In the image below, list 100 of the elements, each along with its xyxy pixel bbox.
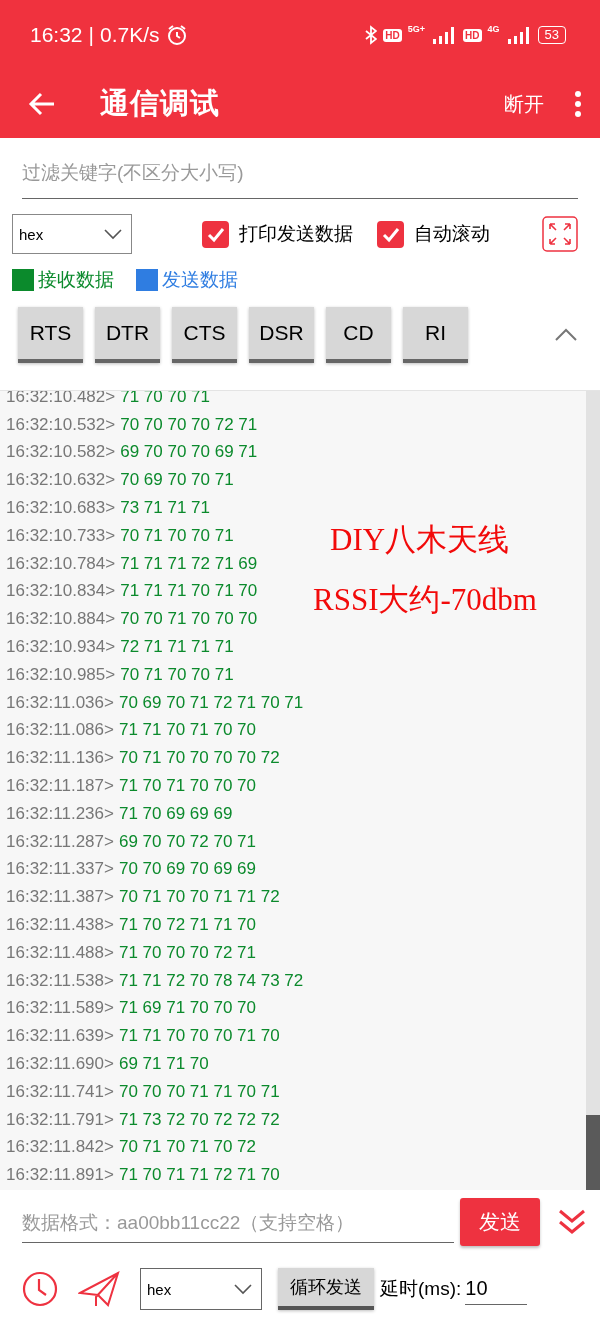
log-timestamp: 16:32:10.482> [6, 391, 116, 407]
log-data: 70 71 70 70 70 70 72 [118, 748, 280, 769]
log-timestamp: 16:32:11.036> [6, 692, 114, 713]
annotation-text: RSSI大约-70dbm [313, 581, 537, 619]
log-timestamp: 16:32:11.387> [6, 887, 114, 908]
double-chevron-down-icon[interactable] [558, 1209, 586, 1235]
chevron-down-icon [233, 1283, 253, 1295]
log-timestamp: 16:32:10.683> [6, 498, 116, 519]
network-speed: 0.7K/s [100, 23, 160, 47]
chevron-down-icon [103, 228, 123, 240]
log-data: 70 71 70 70 71 71 72 [118, 887, 280, 908]
log-data: 70 69 70 70 71 [120, 470, 234, 491]
log-data: 71 70 70 70 72 71 [118, 942, 256, 963]
clock-icon[interactable] [22, 1271, 58, 1307]
log-timestamp: 16:32:10.834> [6, 581, 116, 602]
loop-format-dropdown[interactable]: hex [140, 1268, 262, 1310]
signal-button[interactable]: DTR [95, 307, 160, 363]
log-timestamp: 16:32:11.891> [6, 1165, 114, 1186]
signal-button[interactable]: DSR [249, 307, 314, 363]
signal-button[interactable]: CD [326, 307, 391, 363]
log-data: 70 70 71 70 70 70 [120, 609, 258, 630]
log-data: 71 71 72 70 78 74 73 72 [118, 970, 304, 991]
log-timestamp: 16:32:10.582> [6, 442, 116, 463]
log-data: 71 71 70 71 70 70 [118, 720, 256, 741]
log-timestamp: 16:32:11.589> [6, 998, 114, 1019]
log-timestamp: 16:32:11.791> [6, 1109, 114, 1130]
alarm-icon [165, 24, 188, 46]
filter-field[interactable]: 过滤关键字(不区分大小写) [22, 150, 578, 199]
log-timestamp: 16:32:10.632> [6, 470, 116, 491]
log-data: 69 70 70 72 70 71 [118, 831, 256, 852]
loop-send-button[interactable]: 循环发送 [278, 1268, 374, 1310]
delay-field[interactable]: 10 [465, 1273, 528, 1305]
checkbox[interactable] [377, 220, 404, 248]
log-data: 69 71 71 70 [118, 1054, 209, 1074]
format-dropdown[interactable]: hex [12, 214, 132, 254]
fullscreen-icon[interactable] [542, 216, 578, 252]
log-data: 70 71 70 71 70 72 [118, 1137, 256, 1158]
log-data: 70 71 70 70 71 [120, 525, 234, 546]
checkbox[interactable] [202, 220, 229, 248]
log-timestamp: 16:32:10.985> [6, 664, 116, 685]
log-timestamp: 16:32:11.538> [6, 970, 114, 991]
status-time: 16:32 [30, 23, 83, 47]
log-timestamp: 16:32:11.187> [6, 776, 114, 797]
log-data: 70 71 70 70 71 [120, 664, 234, 685]
log-data: 69 70 70 70 69 71 [120, 442, 258, 463]
hd-badge: HD [383, 28, 402, 42]
annotation-text: DIY八木天线 [330, 521, 510, 559]
log-timestamp: 16:32:11.690> [6, 1054, 114, 1074]
back-icon[interactable] [28, 92, 56, 116]
more-icon[interactable] [574, 91, 582, 117]
log-data: 70 69 70 71 72 71 70 71 [118, 692, 304, 713]
collapse-icon[interactable] [554, 328, 578, 342]
log-timestamp: 16:32:11.337> [6, 859, 114, 880]
send-data-field[interactable]: 数据格式：aa00bb11cc22（支持空格） [22, 1201, 454, 1243]
delay-label: 延时(ms): [380, 1277, 462, 1301]
log-data: 71 71 70 70 70 71 70 [118, 1026, 280, 1047]
network-type: 4G [487, 24, 500, 34]
log-data: 71 71 71 72 71 69 [120, 553, 258, 574]
log-timestamp: 16:32:11.488> [6, 942, 114, 963]
log-timestamp: 16:32:10.784> [6, 553, 116, 574]
disconnect-button[interactable]: 断开 [504, 90, 544, 118]
log-data: 71 69 71 70 70 70 [118, 998, 256, 1019]
legend-label: 接收数据 [38, 268, 114, 292]
app-title: 通信调试 [100, 86, 221, 121]
log-timestamp: 16:32:11.086> [6, 720, 114, 741]
log-data: 73 71 71 71 [120, 498, 210, 519]
log-data: 71 70 69 69 69 [118, 803, 233, 824]
bluetooth-icon [365, 25, 378, 45]
log-data: 72 71 71 71 71 [120, 637, 234, 658]
log-data: 70 70 70 70 72 71 [120, 414, 258, 435]
checkbox-label: 打印发送数据 [239, 222, 353, 246]
log-timestamp: 16:32:11.842> [6, 1137, 114, 1158]
signal-button[interactable]: CTS [172, 307, 237, 363]
signal-button[interactable]: RI [403, 307, 468, 363]
separator-text: | [88, 23, 95, 47]
log-data: 71 70 71 71 72 71 70 [118, 1165, 280, 1186]
log-data: 70 70 70 71 71 70 71 [118, 1081, 280, 1102]
log-timestamp: 16:32:10.934> [6, 637, 116, 658]
log-timestamp: 16:32:11.136> [6, 748, 114, 769]
log-data: 71 70 72 71 71 70 [118, 915, 256, 936]
log-timestamp: 16:32:10.532> [6, 414, 116, 435]
network-type: 5G+ [407, 24, 426, 34]
checkbox-label: 自动滚动 [414, 222, 490, 246]
paper-plane-icon[interactable] [78, 1271, 120, 1307]
log-timestamp: 16:32:10.733> [6, 525, 116, 546]
log-timestamp: 16:32:11.236> [6, 803, 114, 824]
log-data: 71 70 71 70 70 70 [118, 776, 256, 797]
log-timestamp: 16:32:11.639> [6, 1026, 114, 1047]
log-timestamp: 16:32:10.884> [6, 609, 116, 630]
log-data: 71 73 72 70 72 72 72 [118, 1109, 280, 1130]
log-data: 70 70 69 70 69 69 [118, 859, 256, 880]
log-timestamp: 16:32:11.741> [6, 1081, 114, 1102]
battery-level: 53 [537, 26, 566, 44]
send-button[interactable]: 发送 [460, 1198, 540, 1246]
scrollbar-thumb[interactable] [586, 1115, 600, 1190]
signal-button[interactable]: RTS [18, 307, 83, 363]
hd-badge: HD [463, 28, 482, 42]
log-timestamp: 16:32:11.438> [6, 915, 114, 936]
log-data: 71 71 71 70 71 70 [120, 581, 258, 602]
legend-label: 发送数据 [162, 268, 238, 292]
